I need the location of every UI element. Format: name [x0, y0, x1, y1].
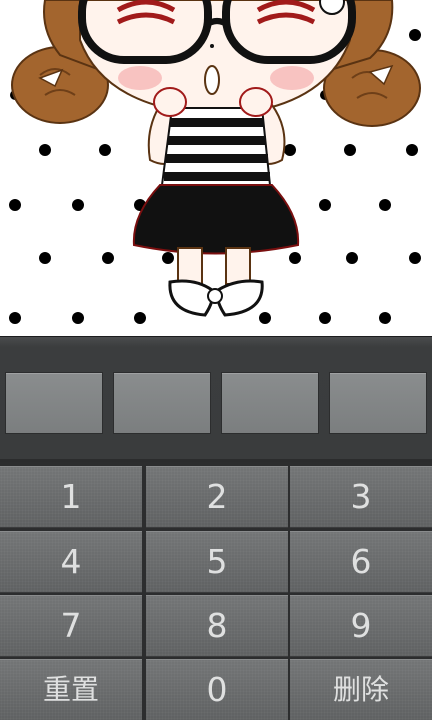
pin-slot-2 [113, 372, 211, 434]
pin-slot-4-value [330, 373, 426, 433]
body [132, 87, 300, 317]
key-4[interactable]: 4 [0, 531, 142, 593]
key-7[interactable]: 7 [0, 595, 142, 657]
key-9[interactable]: 9 [290, 595, 432, 657]
pin-slot-1-value [6, 373, 102, 433]
lock-screen: 1 2 3 4 5 6 7 8 9 重置 0 删除 [0, 0, 432, 720]
pin-slot-1 [5, 372, 103, 434]
pin-slot-3-value [222, 373, 318, 433]
pin-slot-4 [329, 372, 427, 434]
pin-slot-2-value [114, 373, 210, 433]
key-1[interactable]: 1 [0, 466, 142, 528]
key-0[interactable]: 0 [146, 659, 288, 720]
key-6[interactable]: 6 [290, 531, 432, 593]
key-3[interactable]: 3 [290, 466, 432, 528]
face [78, 0, 356, 111]
reset-button[interactable]: 重置 [0, 659, 142, 720]
wallpaper-illustration [9, 0, 421, 324]
cartoon-girl-wallpaper [0, 0, 432, 336]
numeric-keypad: 1 2 3 4 5 6 7 8 9 重置 0 删除 [0, 462, 432, 720]
pin-slot-3 [221, 372, 319, 434]
delete-button[interactable]: 删除 [290, 659, 432, 720]
key-5[interactable]: 5 [146, 531, 288, 593]
pin-entry-area [0, 336, 432, 463]
key-2[interactable]: 2 [146, 466, 288, 528]
key-8[interactable]: 8 [146, 595, 288, 657]
